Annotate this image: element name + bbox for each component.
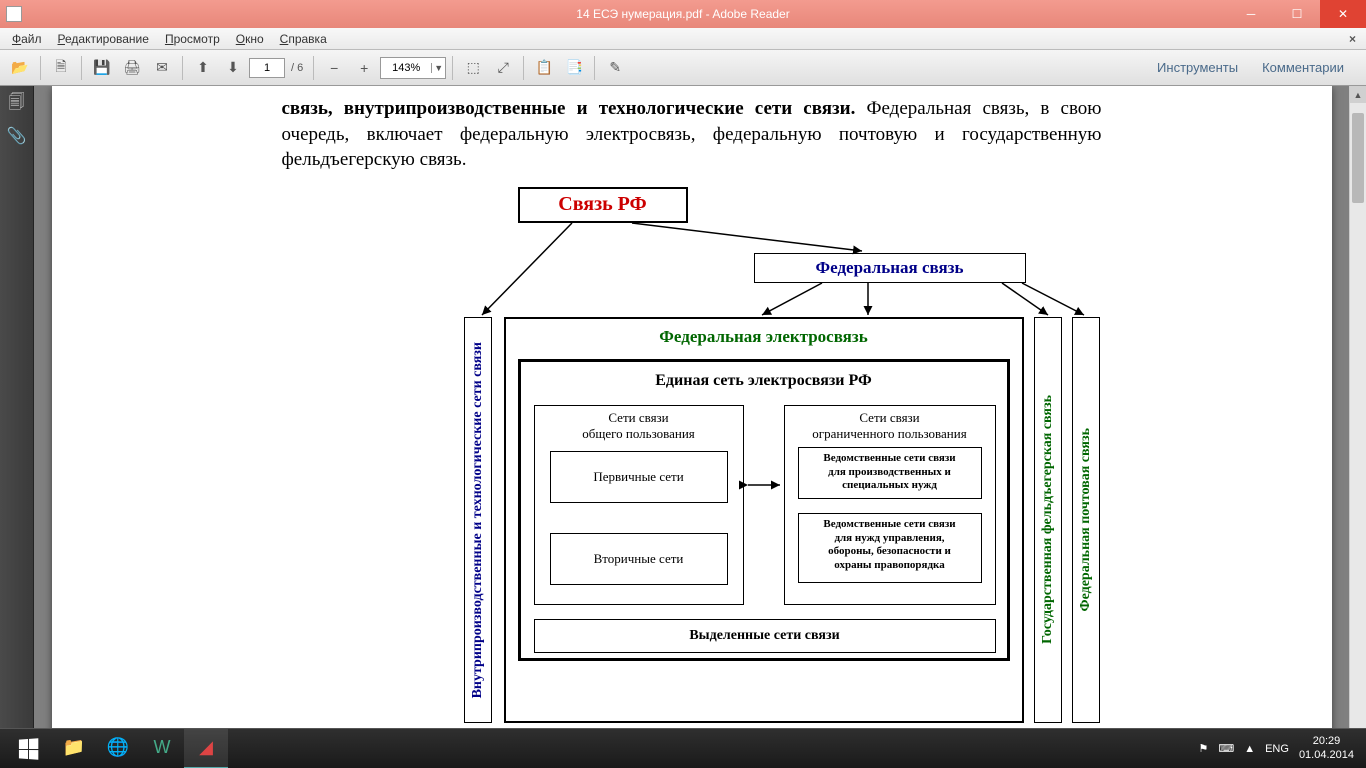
tray-flag-icon[interactable]: ⚑ [1198, 742, 1208, 755]
zoom-out-icon[interactable]: − [320, 54, 348, 82]
scroll-thumb[interactable] [1352, 113, 1364, 203]
diagram-left-vertical: Внутрипроизводственные и технологические… [464, 317, 492, 723]
menu-close-doc[interactable]: × [1343, 32, 1362, 46]
menu-edit[interactable]: Редактирование [50, 30, 157, 48]
panel-tools[interactable]: Инструменты [1149, 56, 1246, 79]
diagram-federal: Федеральная связь [754, 253, 1026, 283]
zoom-value: 143% [381, 62, 431, 74]
diagram-fed-post: Федеральная почтовая связь [1072, 317, 1100, 723]
clock[interactable]: 20:29 01.04.2014 [1299, 735, 1354, 761]
menu-bar: Фdocument.currentScript.previousElementS… [0, 28, 1366, 50]
panel-comments[interactable]: Комментарии [1254, 56, 1352, 79]
para-bold: связь, внутрипроизводственные и технолог… [282, 98, 856, 119]
attachments-icon[interactable]: 📎 [7, 126, 27, 146]
diagram-dept2: Ведомственные сети связидля нужд управле… [798, 513, 982, 583]
tool-icon-3[interactable]: 📋 [530, 54, 558, 82]
menu-view[interactable]: Просмотр [157, 30, 228, 48]
tool-icon-5[interactable]: ✎ [601, 54, 629, 82]
tool-icon-4[interactable]: 📑 [560, 54, 588, 82]
pdf-page: связь, внутрипроизводственные и технолог… [52, 86, 1332, 768]
task-chrome-icon[interactable]: 🌐 [96, 729, 140, 768]
page-down-icon[interactable]: ⬇ [219, 54, 247, 82]
email-icon[interactable]: ✉ [148, 54, 176, 82]
window-titlebar: 14 ЕСЭ нумерация.pdf - Adobe Reader ─ ☐ … [0, 0, 1366, 28]
task-reader-icon[interactable]: ◢ [184, 729, 228, 768]
zoom-in-icon[interactable]: + [350, 54, 378, 82]
paragraph: связь, внутрипроизводственные и технолог… [282, 96, 1102, 173]
keyboard-icon[interactable]: ⌨ [1218, 742, 1234, 755]
minimize-button[interactable]: ─ [1228, 0, 1274, 28]
thumbnails-icon[interactable]: 🗐 [7, 94, 27, 114]
print-icon[interactable]: 🖨 [118, 54, 146, 82]
menu-window[interactable]: Окно [228, 30, 272, 48]
diagram-fed-electro: Федеральная электросвязь [506, 319, 1022, 355]
diagram-secondary: Вторичные сети [550, 533, 728, 585]
toolbar: 📂 🗎 💾 🖨 ✉ ⬆ ⬇ / 6 − + 143% ▼ ⬚ ⤢ 📋 📑 ✎ И… [0, 50, 1366, 86]
menu-file[interactable]: Фdocument.currentScript.previousElementS… [4, 30, 50, 48]
page-number-input[interactable] [249, 58, 285, 78]
tool-icon-1[interactable]: ⬚ [459, 54, 487, 82]
taskbar: 📁 🌐 W ◢ ⚑ ⌨ ▲ ENG 20:29 01.04.2014 [0, 728, 1366, 768]
system-tray: ⚑ ⌨ ▲ ENG 20:29 01.04.2014 [1198, 735, 1362, 761]
windows-logo-icon [19, 738, 38, 759]
scroll-up-icon[interactable]: ▲ [1350, 86, 1366, 103]
create-pdf-icon[interactable]: 🗎 [47, 54, 75, 82]
vertical-scrollbar[interactable]: ▲ ▼ [1349, 86, 1366, 768]
diagram-dedicated: Выделенные сети связи [534, 619, 996, 653]
diagram-gos-feld: Государственная фельдъегерская связь [1034, 317, 1062, 723]
diagram: Связь РФ Федеральная связь Внутрипроизво… [282, 187, 1102, 727]
chevron-down-icon[interactable]: ▼ [431, 63, 445, 73]
workspace: 🗐 📎 связь, внутрипроизводственные и техн… [0, 86, 1366, 768]
nav-panel: 🗐 📎 [0, 86, 34, 768]
diagram-root: Связь РФ [518, 187, 688, 223]
open-icon[interactable]: 📂 [6, 54, 34, 82]
menu-help[interactable]: Справка [272, 30, 335, 48]
tray-up-icon[interactable]: ▲ [1244, 743, 1255, 755]
tool-icon-2[interactable]: ⤢ [489, 54, 517, 82]
window-title: 14 ЕСЭ нумерация.pdf - Adobe Reader [576, 7, 789, 21]
document-area[interactable]: связь, внутрипроизводственные и технолог… [34, 86, 1349, 768]
menu-file-label: айл [21, 32, 41, 46]
task-word-icon[interactable]: W [140, 729, 184, 768]
maximize-button[interactable]: ☐ [1274, 0, 1320, 28]
start-button[interactable] [4, 729, 52, 768]
diagram-unified: Единая сеть электросвязи РФ [521, 362, 1007, 400]
save-icon[interactable]: 💾 [88, 54, 116, 82]
close-button[interactable]: ✕ [1320, 0, 1366, 28]
task-explorer-icon[interactable]: 📁 [52, 729, 96, 768]
diagram-dept1: Ведомственные сети связидля производстве… [798, 447, 982, 499]
diagram-primary: Первичные сети [550, 451, 728, 503]
zoom-select[interactable]: 143% ▼ [380, 57, 446, 79]
page-up-icon[interactable]: ⬆ [189, 54, 217, 82]
app-icon [6, 6, 22, 22]
language-indicator[interactable]: ENG [1265, 743, 1289, 755]
page-total-label: / 6 [287, 62, 307, 74]
